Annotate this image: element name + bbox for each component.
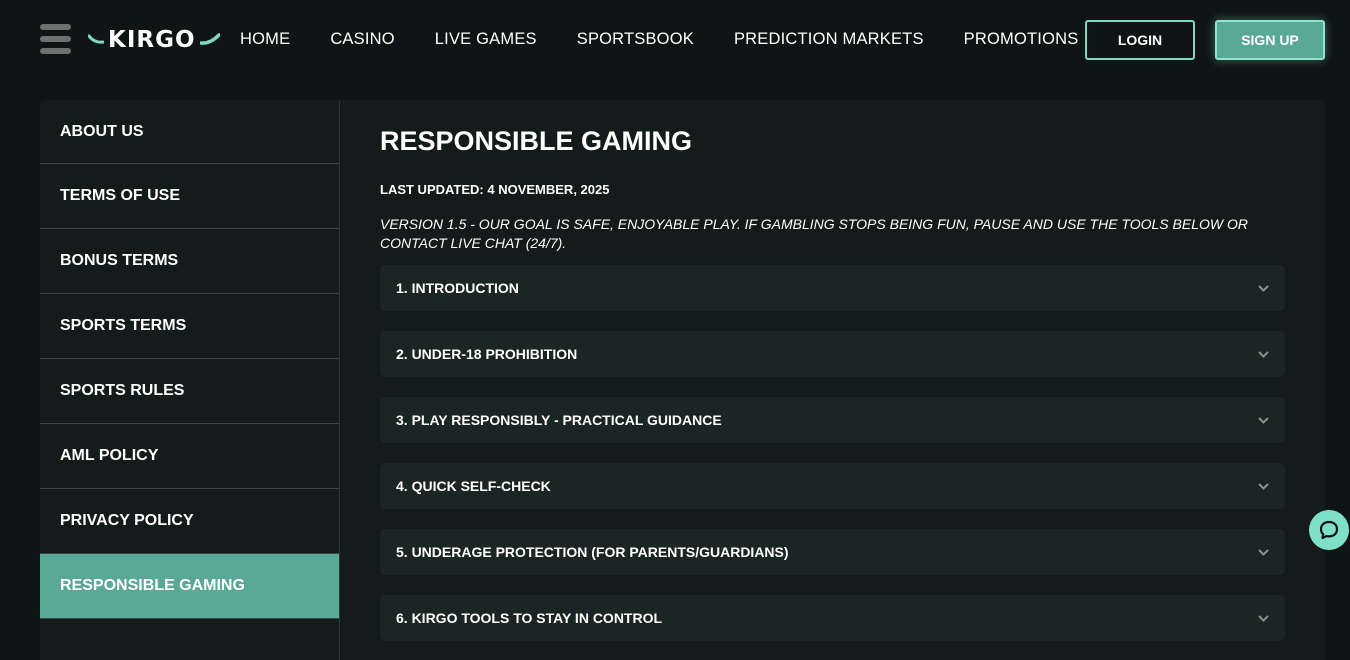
content-panel: ABOUT US TERMS OF USE BONUS TERMS SPORTS… xyxy=(40,100,1325,660)
accordion-item[interactable]: 6. KIRGO TOOLS TO STAY IN CONTROL xyxy=(380,595,1285,641)
accordion-item[interactable]: 1. INTRODUCTION xyxy=(380,265,1285,311)
chevron-down-icon xyxy=(1257,348,1269,360)
page-title: RESPONSIBLE GAMING xyxy=(380,126,693,156)
logo-left-swoosh-icon xyxy=(88,34,104,44)
hamburger-menu-icon[interactable] xyxy=(40,24,71,54)
policy-sidebar: ABOUT US TERMS OF USE BONUS TERMS SPORTS… xyxy=(40,100,340,660)
sidebar-item-privacy-policy[interactable]: PRIVACY POLICY xyxy=(40,489,339,554)
accordion-item[interactable]: 3. PLAY RESPONSIBLY - PRACTICAL GUIDANCE xyxy=(380,397,1285,443)
sidebar-item-about-us[interactable]: ABOUT US xyxy=(40,100,339,164)
sidebar-item-sports-rules[interactable]: SPORTS RULES xyxy=(40,359,339,424)
logo-text: KIRGO xyxy=(108,27,196,53)
nav-prediction-markets[interactable]: PREDICTION MARKETS xyxy=(734,30,924,49)
accordion-item-label: 5. UNDERAGE PROTECTION (FOR PARENTS/GUAR… xyxy=(396,544,789,560)
accordion-item[interactable]: 5. UNDERAGE PROTECTION (FOR PARENTS/GUAR… xyxy=(380,529,1285,575)
nav-sportsbook[interactable]: SPORTSBOOK xyxy=(577,30,694,49)
chevron-down-icon xyxy=(1257,612,1269,624)
sidebar-item-responsible-gaming[interactable]: RESPONSIBLE GAMING xyxy=(40,554,339,619)
logo-right-swoosh-icon xyxy=(199,33,220,45)
accordion-item-label: 1. INTRODUCTION xyxy=(396,280,519,296)
accordion-item-label: 6. KIRGO TOOLS TO STAY IN CONTROL xyxy=(396,610,663,626)
nav-casino[interactable]: CASINO xyxy=(330,30,394,49)
accordion-item[interactable]: 2. UNDER-18 PROHIBITION xyxy=(380,331,1285,377)
version-note: VERSION 1.5 - OUR GOAL IS SAFE, ENJOYABL… xyxy=(380,216,1248,251)
nav-home[interactable]: HOME xyxy=(240,30,290,49)
sidebar-item-terms-of-use[interactable]: TERMS OF USE xyxy=(40,164,339,229)
chevron-down-icon xyxy=(1257,282,1269,294)
nav-live-games[interactable]: LIVE GAMES xyxy=(435,30,537,49)
accordion-item-label: 3. PLAY RESPONSIBLY - PRACTICAL GUIDANCE xyxy=(396,412,722,428)
accordion-item-label: 2. UNDER-18 PROHIBITION xyxy=(396,346,578,362)
main-nav: HOME CASINO LIVE GAMES SPORTSBOOK PREDIC… xyxy=(240,30,1118,49)
chevron-down-icon xyxy=(1257,546,1269,558)
sidebar-item-bonus-terms[interactable]: BONUS TERMS xyxy=(40,229,339,294)
chat-bubble-icon xyxy=(1319,520,1339,540)
nav-promotions[interactable]: PROMOTIONS xyxy=(964,30,1079,49)
kirgo-logo[interactable]: KIRGO xyxy=(88,24,220,56)
accordion-item[interactable]: 4. QUICK SELF-CHECK xyxy=(380,463,1285,509)
signup-button[interactable]: SIGN UP xyxy=(1215,20,1325,60)
sidebar-item-aml-policy[interactable]: AML POLICY xyxy=(40,424,339,489)
login-button[interactable]: LOGIN xyxy=(1085,20,1195,60)
accordion-item-label: 4. QUICK SELF-CHECK xyxy=(396,478,551,494)
section-accordion: 1. INTRODUCTION 2. UNDER-18 PROHIBITION … xyxy=(380,265,1285,660)
sidebar-item-sports-terms[interactable]: SPORTS TERMS xyxy=(40,294,339,359)
site-header: KIRGO HOME CASINO LIVE GAMES SPORTSBOOK … xyxy=(0,0,1350,80)
last-updated-text: LAST UPDATED: 4 NOVEMBER, 2025 xyxy=(380,182,610,197)
chevron-down-icon xyxy=(1257,414,1269,426)
live-chat-button[interactable] xyxy=(1309,510,1349,550)
chevron-down-icon xyxy=(1257,480,1269,492)
